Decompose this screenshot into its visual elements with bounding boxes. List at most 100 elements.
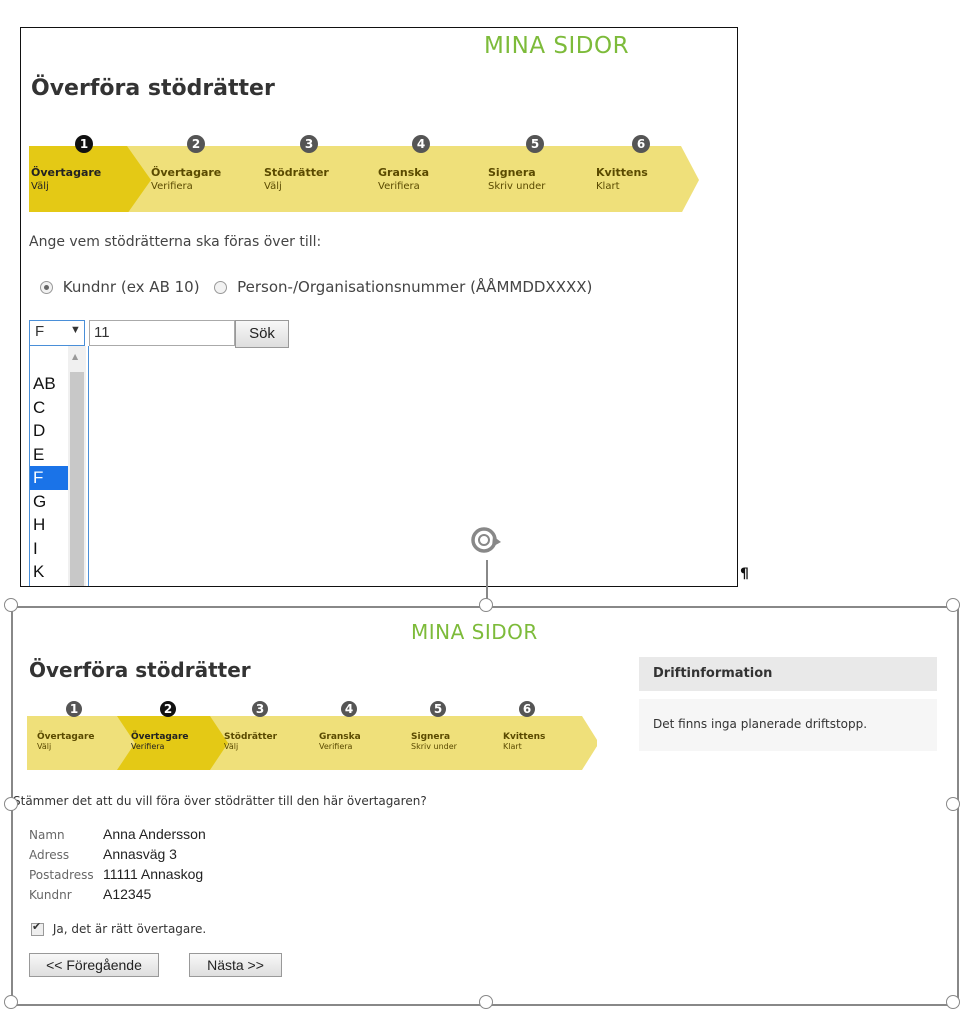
step-1-number: 1 <box>80 137 88 151</box>
prefix-option[interactable]: C <box>30 396 68 420</box>
step-5-number: 5 <box>434 702 442 716</box>
screenshot-step-2: MINA SIDOR Överföra stödrätter 1 Övertaga… <box>11 606 959 1006</box>
info-label: Adress <box>29 848 70 862</box>
prefix-option[interactable]: AB <box>30 372 68 396</box>
brand-logo-2: MINA SIDOR <box>411 620 538 644</box>
info-label: Kundnr <box>29 888 72 902</box>
prefix-option[interactable]: G <box>30 490 68 514</box>
info-row: Kundnr A12345 <box>29 884 206 904</box>
resize-handle-bottom-left[interactable] <box>4 995 18 1009</box>
rotate-icon[interactable] <box>467 522 507 562</box>
prefix-select[interactable]: F ▼ <box>29 320 85 346</box>
search-button[interactable]: Sök <box>235 320 289 348</box>
step-5-number: 5 <box>531 137 539 151</box>
step-5-label[interactable]: Signera <box>411 732 450 742</box>
recipient-info: Namn Anna Andersson Adress Annasväg 3 Postad… <box>29 824 206 904</box>
person-radio[interactable] <box>214 281 228 294</box>
step-4-number: 4 <box>345 702 353 716</box>
scroll-up-icon[interactable]: ▲ <box>72 352 78 361</box>
step-5-sublabel: Skriv under <box>488 181 546 192</box>
customer-number-input[interactable]: 11 <box>89 320 235 346</box>
prefix-option[interactable]: K <box>30 560 68 584</box>
step-1-number: 1 <box>70 702 78 716</box>
step-5-sublabel: Skriv under <box>411 742 458 751</box>
resize-handle-top-middle[interactable] <box>479 598 493 612</box>
resize-handle-bottom-right[interactable] <box>946 995 960 1009</box>
customer-number-value: 11 <box>94 324 110 341</box>
info-value: A12345 <box>103 886 152 902</box>
page-title-2: Överföra stödrätter <box>29 658 251 682</box>
drift-info-body: Det finns inga planerade driftstopp. <box>639 699 937 751</box>
step-3-number: 3 <box>256 702 264 716</box>
prefix-option[interactable]: E <box>30 443 68 467</box>
step-6-label[interactable]: Kvittens <box>596 166 648 179</box>
step-3-sublabel: Välj <box>224 742 238 751</box>
step-4-number: 4 <box>417 137 425 151</box>
step-5-label[interactable]: Signera <box>488 166 536 179</box>
resize-handle-top-left[interactable] <box>4 598 18 612</box>
step-6-sublabel: Klart <box>596 181 620 192</box>
dropdown-scrollbar[interactable]: ▲ <box>68 346 86 586</box>
step-1-label[interactable]: Övertagare <box>37 731 95 742</box>
step-2-label[interactable]: Övertagare <box>151 165 221 179</box>
step-4-label[interactable]: Granska <box>378 166 429 179</box>
resize-handle-middle-left[interactable] <box>4 797 18 811</box>
step-4-label[interactable]: Granska <box>319 732 361 742</box>
resize-handle-middle-right[interactable] <box>946 797 960 811</box>
step-2-label[interactable]: Övertagare <box>131 731 189 742</box>
option-list: AB C D E F G H I K <box>30 372 68 584</box>
step-6-sublabel: Klart <box>503 742 522 751</box>
step-6-label[interactable]: Kvittens <box>503 732 545 742</box>
step-progress: 1 Övertagare Välj 2 Övertagare Verifiera 3 Stöd… <box>29 135 699 212</box>
info-value: Annasväg 3 <box>103 846 177 862</box>
page-title: Överföra stödrätter <box>31 76 275 101</box>
resize-handle-bottom-middle[interactable] <box>479 995 493 1009</box>
prefix-select-value: F <box>35 323 45 340</box>
drift-info-header: Driftinformation <box>639 657 937 691</box>
step-3-number: 3 <box>305 137 313 151</box>
info-row: Adress Annasväg 3 <box>29 844 206 864</box>
person-radio-label: Person-/Organisationsnummer (ÅÅMMDDXXXX) <box>237 278 593 296</box>
step-2-sublabel: Verifiera <box>131 742 165 751</box>
brand-logo: MINA SIDOR <box>484 33 630 59</box>
prefix-option[interactable]: I <box>30 537 68 561</box>
info-row: Postadress 11111 Annaskog <box>29 864 206 884</box>
drift-info-divider <box>639 691 937 699</box>
id-type-radio-group: Kundnr (ex AB 10) Person-/Organisationsn… <box>40 278 592 296</box>
transfer-prompt: Ange vem stödrätterna ska föras över til… <box>29 234 322 250</box>
prefix-option[interactable]: H <box>30 513 68 537</box>
confirm-checkbox[interactable] <box>31 920 44 936</box>
kundnr-radio[interactable] <box>40 281 53 294</box>
prefix-option[interactable]: F <box>30 466 68 490</box>
step-3-label[interactable]: Stödrätter <box>264 166 329 179</box>
pilcrow-mark: ¶ <box>740 566 749 582</box>
next-button[interactable]: Nästa >> <box>189 953 282 977</box>
info-label: Postadress <box>29 868 94 882</box>
prefix-dropdown-list[interactable]: ▲ AB C D E F G H I K <box>29 346 89 586</box>
prefix-option[interactable]: D <box>30 419 68 443</box>
step-6-number: 6 <box>523 702 531 716</box>
previous-button[interactable]: << Föregående <box>29 953 159 977</box>
step-3-label[interactable]: Stödrätter <box>224 732 278 742</box>
info-label: Namn <box>29 828 65 842</box>
step-4-sublabel: Verifiera <box>378 181 420 192</box>
step-2-number: 2 <box>192 137 200 151</box>
resize-handle-top-right[interactable] <box>946 598 960 612</box>
step-4-sublabel: Verifiera <box>319 742 353 751</box>
step-3-sublabel: Välj <box>264 181 282 192</box>
scrollbar-thumb[interactable] <box>70 372 84 586</box>
confirm-checkbox-label: Ja, det är rätt övertagare. <box>52 922 207 936</box>
confirm-row: Ja, det är rätt övertagare. <box>31 920 207 936</box>
step-2-number: 2 <box>164 702 172 716</box>
step-1-sublabel: Välj <box>37 742 51 751</box>
step-progress-2: 1ÖvertagareVälj2ÖvertagareVerifiera3Stöd… <box>27 701 597 770</box>
step-1-sublabel: Välj <box>31 181 49 192</box>
screenshot-step-1: MINA SIDOR Överföra stödrätter 1 Övertaga… <box>20 27 738 587</box>
step-1-label[interactable]: Övertagare <box>31 165 101 179</box>
chevron-down-icon: ▼ <box>70 324 81 336</box>
kundnr-radio-label: Kundnr (ex AB 10) <box>62 278 200 296</box>
step-1-active-highlight <box>29 146 151 212</box>
info-value: 11111 Annaskog <box>103 866 204 882</box>
info-value: Anna Andersson <box>103 826 206 842</box>
step-2-sublabel: Verifiera <box>151 181 193 192</box>
